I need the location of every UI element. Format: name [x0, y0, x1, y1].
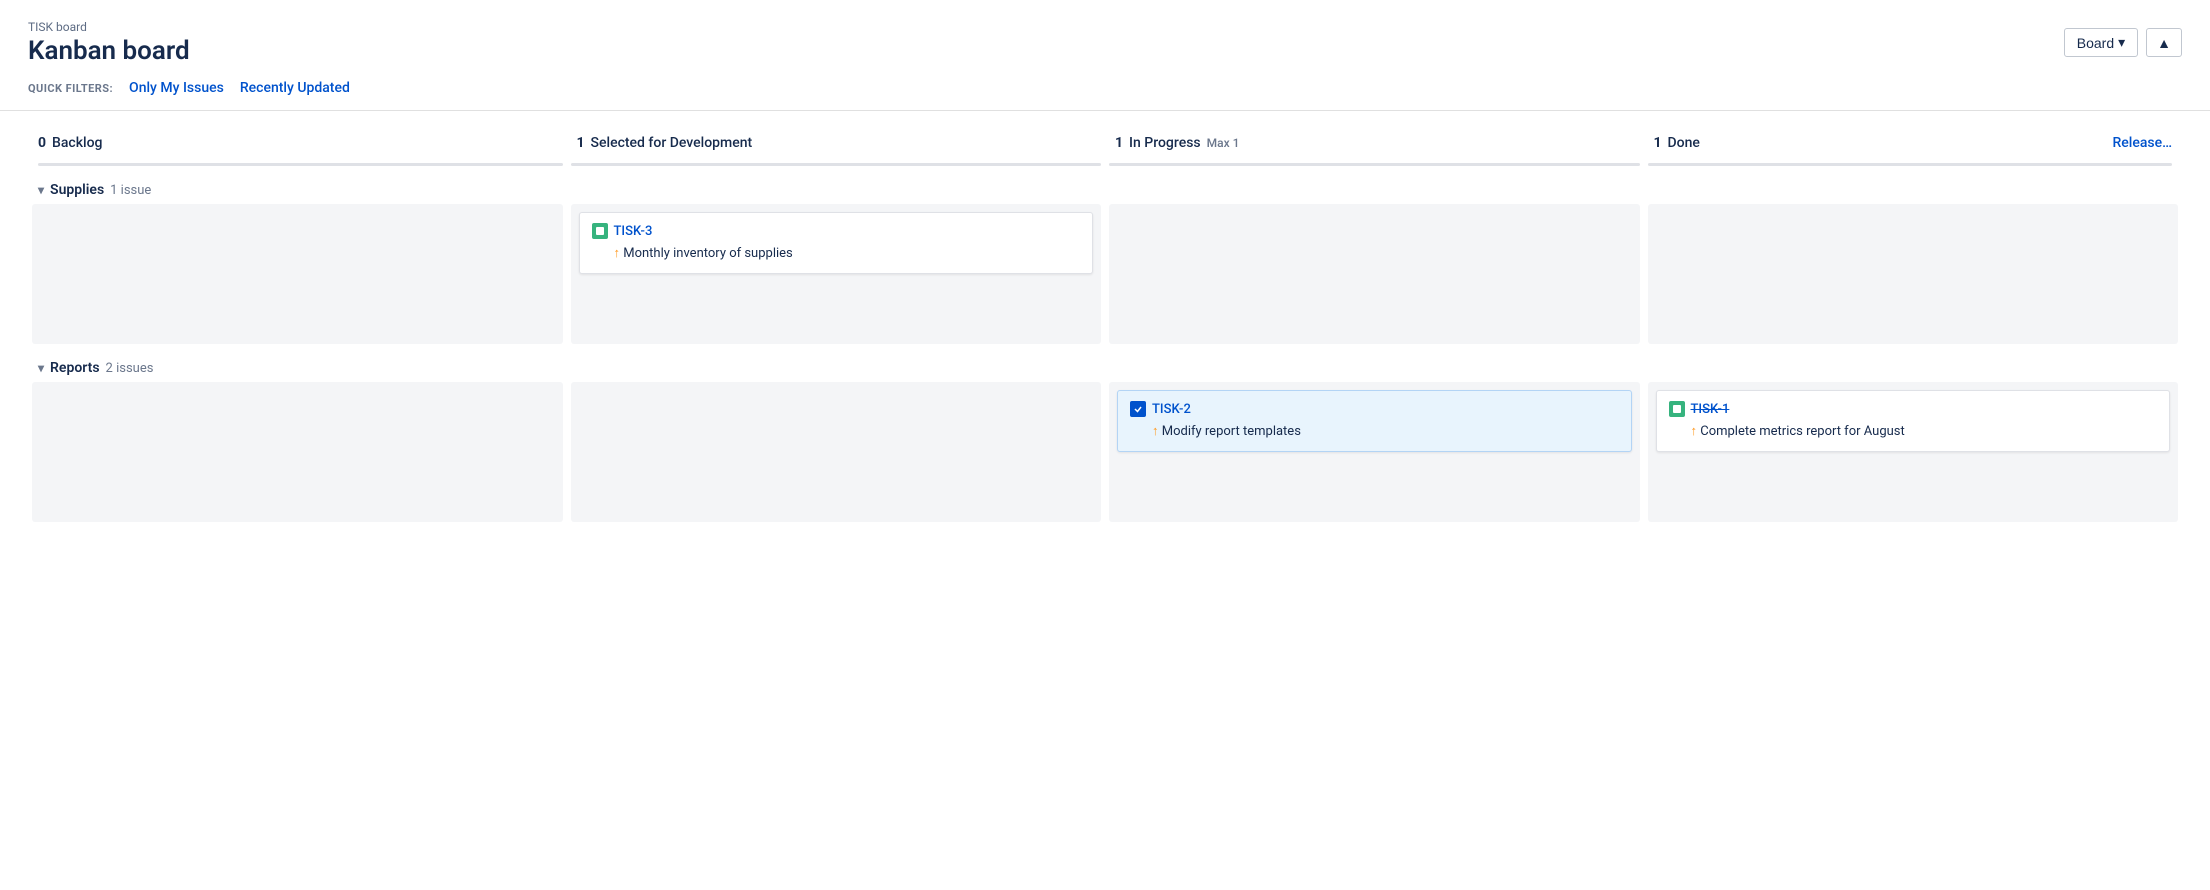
supplies-lane-count: 1 issue — [110, 183, 151, 198]
card-tisk2-summary: ↑ Modify report templates — [1130, 423, 1619, 441]
reports-done-cell: TISK-1 ↑ Complete metrics report for Aug… — [1648, 382, 2179, 522]
done-count: 1 — [1654, 135, 1662, 151]
done-name: Done — [1668, 135, 1700, 151]
swim-lane-reports: ▾ Reports 2 issues TISK-2 ↑ M — [28, 352, 2182, 522]
supplies-selected-cell: TISK-3 ↑ Monthly inventory of supplies — [571, 204, 1102, 344]
reports-chevron: ▾ — [38, 361, 44, 375]
backlog-count: 0 — [38, 135, 46, 151]
board-area: 0 Backlog 1 Selected for Development 1 I… — [0, 111, 2210, 546]
selected-divider — [571, 163, 1102, 166]
header-right: Board ▾ ▲ — [2064, 28, 2182, 57]
card-tisk1-summary: ↑ Complete metrics report for August — [1669, 423, 2158, 441]
card-tisk2-type-icon — [1130, 401, 1146, 417]
board-title: Kanban board — [28, 36, 190, 66]
card-tisk3-priority: ↑ — [614, 246, 624, 261]
quick-filters-bar: QUICK FILTERS: Only My Issues Recently U… — [0, 66, 2210, 111]
selected-name: Selected for Development — [591, 135, 753, 151]
inprogress-divider — [1109, 163, 1640, 166]
card-tisk1-top: TISK-1 — [1669, 401, 2158, 417]
card-tisk3-id[interactable]: TISK-3 — [614, 224, 653, 239]
swim-lane-supplies-header[interactable]: ▾ Supplies 1 issue — [28, 174, 2182, 204]
col-header-selected: 1 Selected for Development — [567, 127, 1106, 159]
supplies-columns: TISK-3 ↑ Monthly inventory of supplies — [28, 204, 2182, 344]
filter-only-my-issues[interactable]: Only My Issues — [129, 80, 224, 96]
columns-header: 0 Backlog 1 Selected for Development 1 I… — [28, 127, 2182, 159]
card-tisk2[interactable]: TISK-2 ↑ Modify report templates — [1117, 390, 1632, 452]
reports-lane-name: Reports — [50, 360, 100, 376]
swim-lane-reports-header[interactable]: ▾ Reports 2 issues — [28, 352, 2182, 382]
inprogress-name: In Progress — [1129, 135, 1201, 151]
release-action[interactable]: Release… — [2112, 135, 2172, 151]
card-tisk2-id[interactable]: TISK-2 — [1152, 402, 1191, 417]
backlog-divider — [38, 163, 563, 166]
header-left: TISK board Kanban board — [28, 20, 190, 66]
supplies-backlog-cell — [32, 204, 563, 344]
col-dividers — [28, 163, 2182, 174]
swim-lane-supplies: ▾ Supplies 1 issue TISK-3 ↑ Monthly inve… — [28, 174, 2182, 344]
collapse-icon: ▲ — [2157, 35, 2171, 51]
board-parent-label: TISK board — [28, 20, 190, 34]
card-tisk1-id[interactable]: TISK-1 — [1691, 402, 1730, 417]
backlog-name: Backlog — [52, 135, 102, 151]
col-header-backlog: 0 Backlog — [28, 127, 567, 159]
card-tisk1[interactable]: TISK-1 ↑ Complete metrics report for Aug… — [1656, 390, 2171, 452]
quick-filters-label: QUICK FILTERS: — [28, 82, 113, 95]
card-tisk3-type-icon — [592, 223, 608, 239]
card-tisk3-top: TISK-3 — [592, 223, 1081, 239]
collapse-button[interactable]: ▲ — [2146, 28, 2182, 57]
supplies-chevron: ▾ — [38, 183, 44, 197]
board-view-button[interactable]: Board ▾ — [2064, 28, 2138, 57]
reports-selected-cell — [571, 382, 1102, 522]
card-tisk1-type-icon — [1669, 401, 1685, 417]
reports-lane-count: 2 issues — [106, 361, 154, 376]
done-divider — [1648, 163, 2173, 166]
card-tisk3[interactable]: TISK-3 ↑ Monthly inventory of supplies — [579, 212, 1094, 274]
supplies-inprogress-cell — [1109, 204, 1640, 344]
inprogress-meta: Max 1 — [1207, 136, 1240, 150]
card-tisk2-top: TISK-2 — [1130, 401, 1619, 417]
reports-columns: TISK-2 ↑ Modify report templates TISK-1 — [28, 382, 2182, 522]
inprogress-count: 1 — [1115, 135, 1123, 151]
card-tisk2-priority: ↑ — [1152, 424, 1162, 439]
dropdown-icon: ▾ — [2118, 34, 2125, 51]
card-tisk3-summary: ↑ Monthly inventory of supplies — [592, 245, 1081, 263]
board-button-label: Board — [2077, 35, 2114, 51]
reports-inprogress-cell: TISK-2 ↑ Modify report templates — [1109, 382, 1640, 522]
col-header-inprogress: 1 In Progress Max 1 — [1105, 127, 1644, 159]
reports-backlog-cell — [32, 382, 563, 522]
col-header-done: 1 Done Release… — [1644, 127, 2183, 159]
filter-recently-updated[interactable]: Recently Updated — [240, 80, 350, 96]
page-header: TISK board Kanban board Board ▾ ▲ — [0, 0, 2210, 66]
card-tisk1-priority: ↑ — [1691, 424, 1701, 439]
supplies-lane-name: Supplies — [50, 182, 104, 198]
selected-count: 1 — [577, 135, 585, 151]
supplies-done-cell — [1648, 204, 2179, 344]
